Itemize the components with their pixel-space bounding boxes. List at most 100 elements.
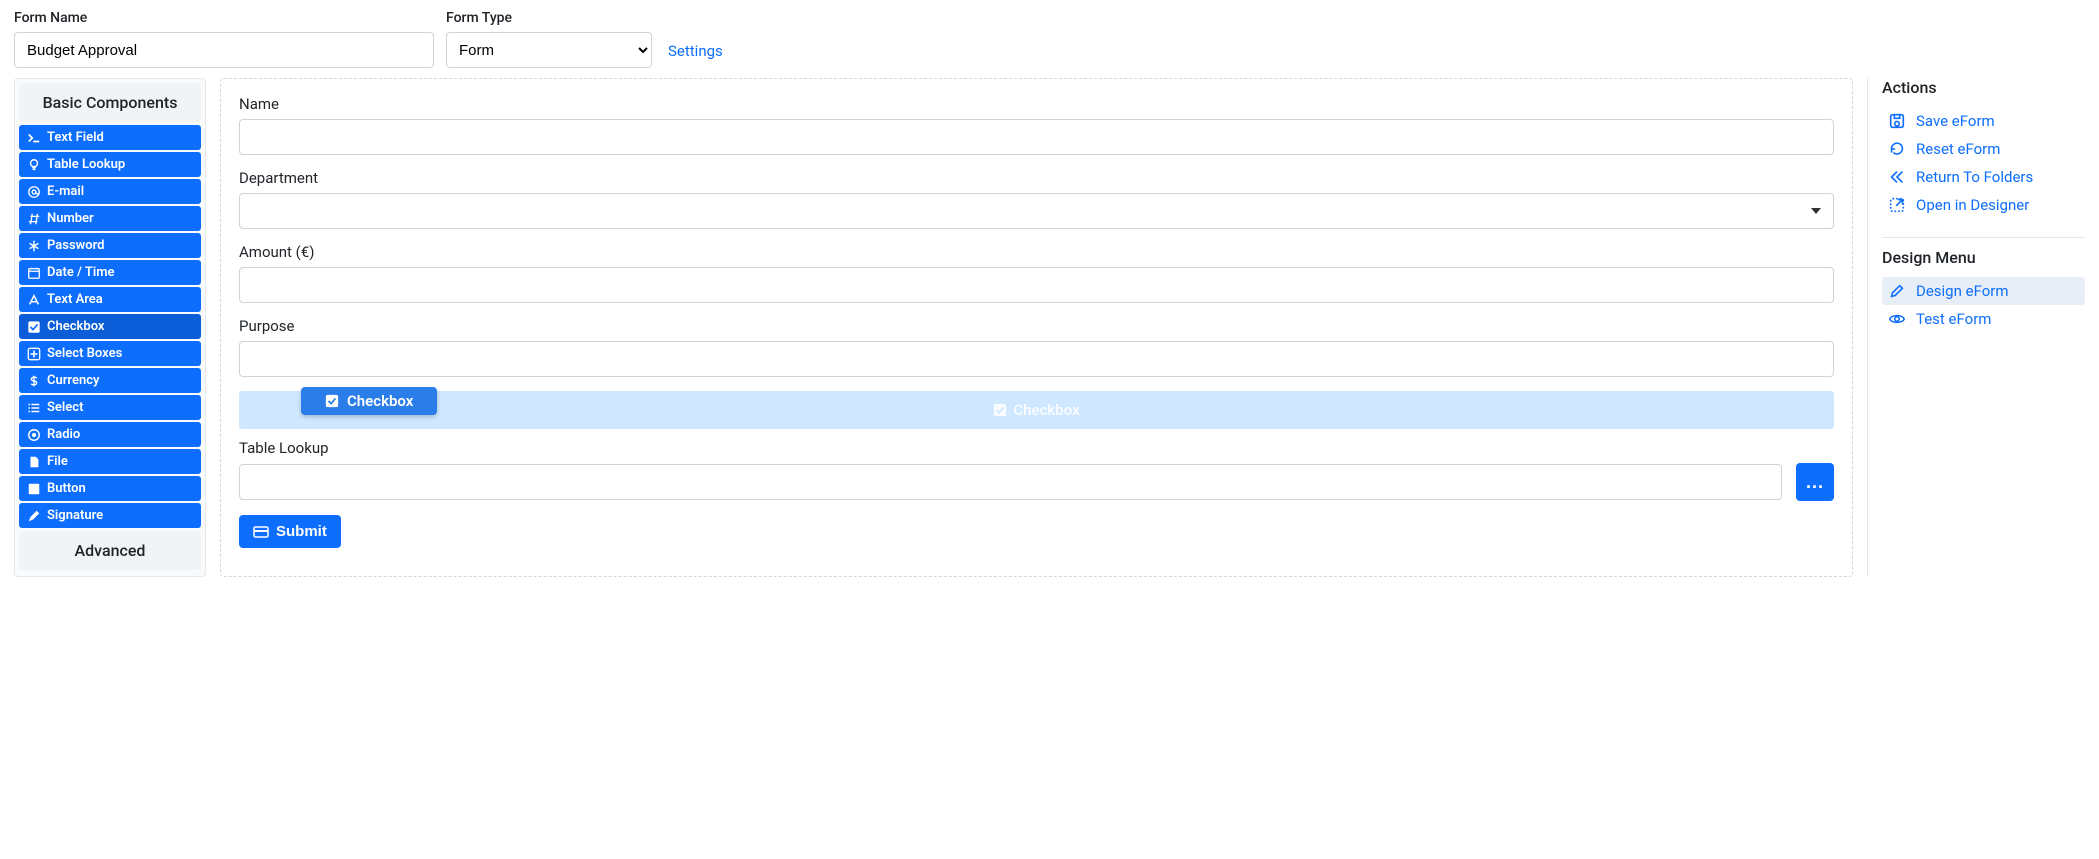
field-amount-label: Amount (€) <box>239 243 1834 261</box>
field-purpose-label: Purpose <box>239 317 1834 335</box>
field-name-label: Name <box>239 95 1834 113</box>
basic-components-heading[interactable]: Basic Components <box>19 83 201 122</box>
form-type-label: Form Type <box>446 10 652 26</box>
palette-items: Text Field Table Lookup E-mail Number Passwo… <box>19 122 201 531</box>
lookup-browse-button[interactable]: ... <box>1796 463 1834 501</box>
field-lookup-label: Table Lookup <box>239 439 1834 457</box>
save-icon <box>1888 112 1906 130</box>
palette-item-label: Text Area <box>47 292 103 307</box>
palette-item-e-mail[interactable]: E-mail <box>19 179 201 204</box>
asterisk-icon <box>27 239 41 253</box>
palette-item-radio[interactable]: Radio <box>19 422 201 447</box>
palette-item-date-time[interactable]: Date / Time <box>19 260 201 285</box>
action-reset-eform[interactable]: Reset eForm <box>1882 135 2085 163</box>
action-label: Return To Folders <box>1916 168 2033 186</box>
drop-ghost-label: Checkbox <box>1013 401 1079 419</box>
check-square-icon <box>993 403 1007 417</box>
palette-item-number[interactable]: Number <box>19 206 201 231</box>
field-amount-input[interactable] <box>239 267 1834 303</box>
drag-chip-label: Checkbox <box>347 392 413 410</box>
calendar-icon <box>27 266 41 280</box>
design-menu-design-eform[interactable]: Design eForm <box>1882 277 2085 305</box>
palette-item-text-field[interactable]: Text Field <box>19 125 201 150</box>
design-menu-label: Test eForm <box>1916 310 1991 328</box>
palette-item-label: Currency <box>47 373 99 388</box>
card-icon <box>253 524 269 540</box>
actions-heading: Actions <box>1882 78 2085 97</box>
hash-icon <box>27 212 41 226</box>
eye-icon <box>1888 310 1906 328</box>
drop-zone-checkbox[interactable]: Checkbox Checkbox <box>239 391 1834 429</box>
field-department: Department <box>239 169 1834 229</box>
square-icon <box>27 482 41 496</box>
field-department-select[interactable] <box>239 193 1834 229</box>
palette-item-label: Select <box>47 400 83 415</box>
submit-button[interactable]: Submit <box>239 515 341 548</box>
list-icon <box>27 401 41 415</box>
design-menu-list: Design eForm Test eForm <box>1882 277 2085 333</box>
palette-item-label: Number <box>47 211 94 226</box>
settings-link[interactable]: Settings <box>668 42 723 68</box>
palette-item-table-lookup[interactable]: Table Lookup <box>19 152 201 177</box>
field-department-label: Department <box>239 169 1834 187</box>
palette-item-file[interactable]: File <box>19 449 201 474</box>
field-amount: Amount (€) <box>239 243 1834 303</box>
right-rail: Actions Save eForm Reset eForm Return To F… <box>1867 78 2085 577</box>
palette-item-label: Table Lookup <box>47 157 125 172</box>
palette-item-label: Button <box>47 481 86 496</box>
design-menu-test-eform[interactable]: Test eForm <box>1882 305 2085 333</box>
pencil-icon <box>1888 282 1906 300</box>
design-menu-label: Design eForm <box>1916 282 2009 300</box>
palette-item-button[interactable]: Button <box>19 476 201 501</box>
palette-item-label: Text Field <box>47 130 104 145</box>
lightbulb-icon <box>27 158 41 172</box>
action-label: Reset eForm <box>1916 140 2000 158</box>
palette-item-select[interactable]: Select <box>19 395 201 420</box>
dot-circle-icon <box>27 428 41 442</box>
action-save-eform[interactable]: Save eForm <box>1882 107 2085 135</box>
palette-item-label: Password <box>47 238 104 253</box>
action-return-to-folders[interactable]: Return To Folders <box>1882 163 2085 191</box>
component-palette: Basic Components Text Field Table Lookup E… <box>14 78 206 577</box>
palette-item-label: Signature <box>47 508 103 523</box>
field-name: Name <box>239 95 1834 155</box>
reset-icon <box>1888 140 1906 158</box>
palette-item-signature[interactable]: Signature <box>19 503 201 528</box>
file-icon <box>27 455 41 469</box>
palette-item-currency[interactable]: Currency <box>19 368 201 393</box>
rail-divider <box>1882 237 2085 238</box>
palette-item-text-area[interactable]: Text Area <box>19 287 201 312</box>
check-square-icon <box>325 394 339 408</box>
at-icon <box>27 185 41 199</box>
main-area: Basic Components Text Field Table Lookup E… <box>14 78 2085 577</box>
action-label: Save eForm <box>1916 112 1995 130</box>
form-name-label: Form Name <box>14 10 434 26</box>
field-purpose: Purpose <box>239 317 1834 377</box>
palette-item-label: Radio <box>47 427 80 442</box>
plus-square-icon <box>27 347 41 361</box>
field-lookup-input[interactable] <box>239 464 1782 500</box>
pen-icon <box>27 509 41 523</box>
form-canvas[interactable]: Name Department Amount (€) Purpose Check… <box>220 78 1853 577</box>
field-purpose-input[interactable] <box>239 341 1834 377</box>
drop-ghost: Checkbox <box>993 401 1079 419</box>
actions-list: Save eForm Reset eForm Return To Folders Op… <box>1882 107 2085 219</box>
field-table-lookup: Table Lookup ... <box>239 439 1834 501</box>
back-icon <box>1888 168 1906 186</box>
palette-item-label: File <box>47 454 68 469</box>
open-icon <box>1888 196 1906 214</box>
palette-item-select-boxes[interactable]: Select Boxes <box>19 341 201 366</box>
form-type-select[interactable]: Form <box>446 32 652 68</box>
palette-item-password[interactable]: Password <box>19 233 201 258</box>
drag-chip-checkbox[interactable]: Checkbox <box>301 387 437 415</box>
palette-item-label: E-mail <box>47 184 84 199</box>
form-name-input[interactable] <box>14 32 434 68</box>
design-menu-heading: Design Menu <box>1882 248 2085 267</box>
form-type-field: Form Type Form <box>446 10 652 68</box>
field-name-input[interactable] <box>239 119 1834 155</box>
advanced-heading[interactable]: Advanced <box>19 531 201 570</box>
action-open-in-designer[interactable]: Open in Designer <box>1882 191 2085 219</box>
palette-item-checkbox[interactable]: Checkbox <box>19 314 201 339</box>
palette-item-label: Checkbox <box>47 319 105 334</box>
palette-item-label: Date / Time <box>47 265 115 280</box>
